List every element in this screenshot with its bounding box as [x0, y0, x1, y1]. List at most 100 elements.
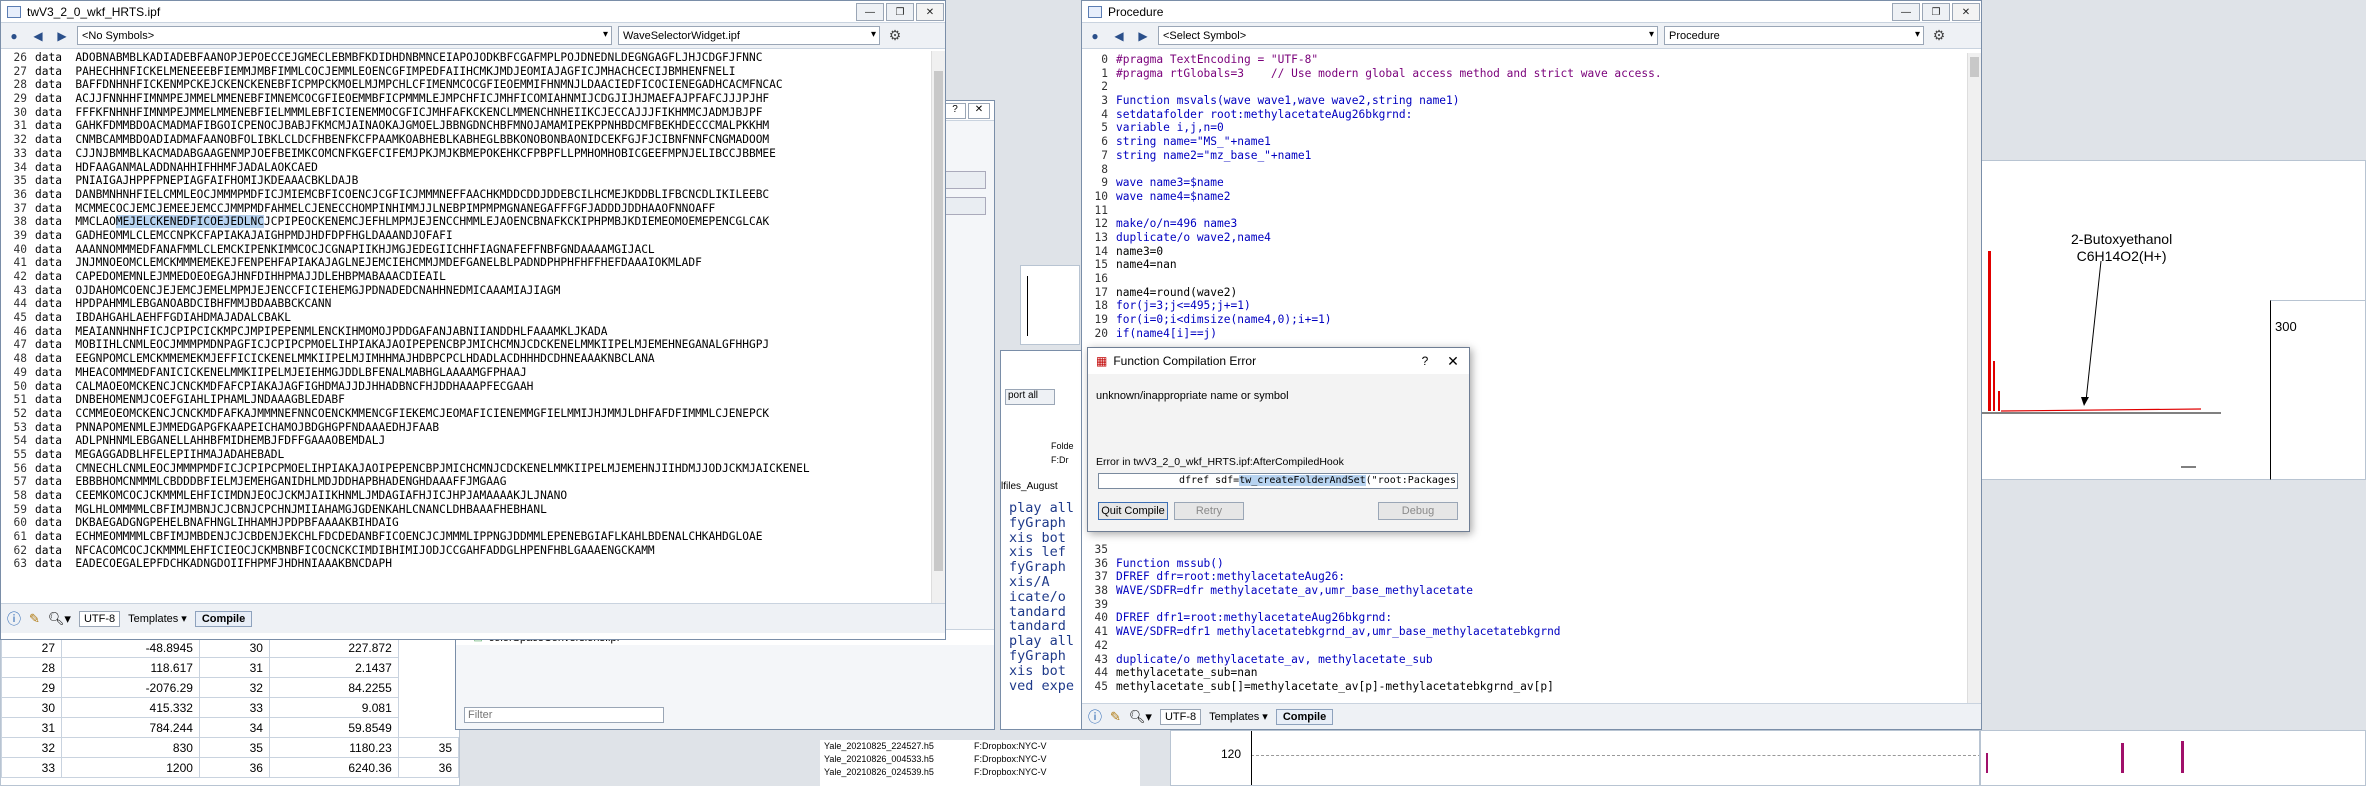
help-button[interactable]: ?: [944, 103, 966, 119]
report-all-button[interactable]: port all: [1005, 389, 1055, 405]
procedure-code-top[interactable]: 0 #pragma TextEncoding = "UTF-8" 1 #pragma …: [1082, 53, 1967, 353]
pencil-icon[interactable]: ✎: [1110, 709, 1121, 725]
table-cell[interactable]: 59.8549: [268, 717, 399, 738]
code-line[interactable]: 52 data CCMMEOEOMCKENCJCNCKMDFAFKAJMMMNEF…: [1, 407, 931, 421]
table-cell[interactable]: 2.1437: [268, 657, 399, 678]
minimize-button[interactable]: —: [856, 3, 884, 21]
table-cell[interactable]: 33: [1, 757, 62, 778]
close-icon[interactable]: ✕: [1437, 353, 1469, 370]
code-line[interactable]: 0 #pragma TextEncoding = "UTF-8": [1082, 53, 1967, 67]
table-cell[interactable]: 31: [1, 717, 62, 738]
code-line[interactable]: 33 data CJJNJBMMBLKACMADABGAAGENMPJOEFBEI…: [1, 147, 931, 161]
retry-button[interactable]: Retry: [1174, 502, 1244, 520]
table-row[interactable]: 27 -48.8945 30 227.872: [1, 637, 459, 658]
table-cell[interactable]: 30: [1, 697, 62, 718]
restore-button[interactable]: ❐: [1922, 3, 1950, 21]
code-line[interactable]: 8: [1082, 163, 1967, 177]
info-icon[interactable]: ●: [1086, 27, 1104, 45]
templates-menu[interactable]: Templates ▾: [1209, 710, 1268, 723]
minimize-button[interactable]: —: [1892, 3, 1920, 21]
code-line[interactable]: 14 name3=0: [1082, 245, 1967, 259]
symbols-dropdown[interactable]: <No Symbols>: [77, 26, 612, 45]
code-line[interactable]: 51 data DNBEHOMENMJCOEFGIAHLIPHAMLJNDAAAG…: [1, 393, 931, 407]
back-arrow-icon[interactable]: ◀: [1110, 27, 1128, 45]
code-line[interactable]: 43 duplicate/o methylacetate_av, methylac…: [1082, 653, 1967, 667]
table-cell[interactable]: 28: [1, 657, 62, 678]
code-line[interactable]: 38 data MMCLAOMEJELCKENEDFICOEJEDLNCJCPIP…: [1, 215, 931, 229]
table-cell[interactable]: 118.617: [61, 657, 200, 678]
code-line[interactable]: 38 WAVE/SDFR=dfr methylacetate_av,umr_bas…: [1082, 584, 1967, 598]
close-button[interactable]: ✕: [1952, 3, 1980, 21]
code-line[interactable]: 28 data BAFFDNHNHFICKENMPCKEJCKENCKENEBFI…: [1, 78, 931, 92]
graph-window-small[interactable]: [1020, 265, 1080, 345]
restore-button[interactable]: ❐: [886, 3, 914, 21]
table-cell[interactable]: 6240.36: [268, 757, 399, 778]
gear-icon[interactable]: ⚙: [886, 27, 904, 45]
table-cell[interactable]: 9.081: [268, 697, 399, 718]
debug-button[interactable]: Debug: [1378, 502, 1458, 520]
procedure-scroll-thumb[interactable]: [1970, 57, 1979, 77]
code-line[interactable]: 41 WAVE/SDFR=dfr1 methylacetatebkgrnd_av,…: [1082, 625, 1967, 639]
compilation-error-dialog[interactable]: ▦ Function Compilation Error ? ✕ unknown…: [1087, 347, 1470, 532]
table-cell[interactable]: 29: [1, 677, 62, 698]
code-line[interactable]: 18 for(j=3;j<=495;j+=1): [1082, 299, 1967, 313]
code-line[interactable]: 42: [1082, 639, 1967, 653]
code-line[interactable]: 60 data DKBAEGADGNGPEHELBNAFHNGLIHHAMHJPD…: [1, 516, 931, 530]
code-line[interactable]: 4 setdatafolder root:methylacetateAug26bk…: [1082, 108, 1967, 122]
code-line[interactable]: 7 string name2="mz_base_"+name1: [1082, 149, 1967, 163]
code-line[interactable]: 26 data ADOBNABMBLKADIADEBFAANOPJEPOECCEJ…: [1, 51, 931, 65]
code-line[interactable]: 6 string name="MS_"+name1: [1082, 135, 1967, 149]
ipf-scroll-thumb[interactable]: [934, 71, 943, 571]
code-line[interactable]: 29 data ACJJFNNHHFIMNMPEJMMELMMENEBFIMNEM…: [1, 92, 931, 106]
code-line[interactable]: 53 data PNNAPOMENMLEJMMEDGAPGFKAAPEICHAMO…: [1, 421, 931, 435]
code-line[interactable]: 37 data MCMMECOCJEMCJEMEEJEMCCJMMPMDFAHME…: [1, 202, 931, 216]
table-row[interactable]: 28 118.617 31 2.1437: [1, 657, 459, 678]
table-cell[interactable]: 1180.23: [268, 737, 399, 758]
table-cell[interactable]: 33: [198, 697, 270, 718]
magnifier-icon[interactable]: 🔍︎▾: [48, 611, 71, 627]
table-cell[interactable]: 784.244: [61, 717, 200, 738]
code-line[interactable]: 3 Function msvals(wave wave1,wave wave2,s…: [1082, 94, 1967, 108]
ipf-code-area[interactable]: 26 data ADOBNABMBLKADIADEBFAANOPJEPOECCEJ…: [1, 51, 931, 603]
table-row[interactable]: 33 1200 36 6240.36 36: [1, 757, 460, 778]
code-line[interactable]: 12 make/o/n=496 name3: [1082, 217, 1967, 231]
code-line[interactable]: 46 data MEAIANNHNHFICJCPIPCICKMPCJMPIPEPE…: [1, 325, 931, 339]
error-code-field[interactable]: dfref sdf=tw_createFolderAndSet("root:Pa…: [1098, 473, 1458, 489]
table-cell[interactable]: 36: [397, 757, 460, 778]
encoding-menu[interactable]: UTF-8: [78, 610, 121, 627]
table-row[interactable]: 31 784.244 34 59.8549: [1, 717, 459, 738]
code-line[interactable]: 31 data GAHKFDMMBDOACMADMAFIBGOICPENOCJBA…: [1, 119, 931, 133]
code-line[interactable]: 1 #pragma rtGlobals=3 // Use modern globa…: [1082, 67, 1967, 81]
code-line[interactable]: 56 data CMNECHLCNMLEOCJMMMPMDFICJCPIPCPMO…: [1, 462, 931, 476]
code-line[interactable]: 17 name4=round(wave2): [1082, 286, 1967, 300]
ipf-scrollbar[interactable]: [931, 51, 945, 603]
code-line[interactable]: 2: [1082, 80, 1967, 94]
code-line[interactable]: 36 Function mssub(): [1082, 557, 1967, 571]
procedure-scrollbar[interactable]: [1967, 53, 1981, 703]
code-line[interactable]: 27 data PAHECHHNFICKELMENEEEBFIEMMJMBFIMM…: [1, 65, 931, 79]
code-line[interactable]: 49 data MHEACOMMMEDFANICICKENELMMKIIPELMJ…: [1, 366, 931, 380]
code-line[interactable]: 61 data ECHMEOMMMMLCBFIMJMBDENJCJCBDENJEK…: [1, 530, 931, 544]
compile-button[interactable]: Compile: [194, 610, 253, 627]
gear-icon[interactable]: ⚙: [1930, 27, 1948, 45]
table-cell[interactable]: 27: [1, 637, 62, 658]
code-line[interactable]: 44 methylacetate_sub=nan: [1082, 666, 1967, 680]
close-button[interactable]: ✕: [916, 3, 944, 21]
code-line[interactable]: 19 for(i=0;i<dimsize(name4,0);i+=1): [1082, 313, 1967, 327]
table-cell[interactable]: 30: [198, 637, 270, 658]
info-icon[interactable]: ⓘ: [7, 609, 21, 629]
code-line[interactable]: 44 data HPDPAHMMLEBGANOABDCIBHFMMJBDAABBC…: [1, 297, 931, 311]
code-line[interactable]: 15 name4=nan: [1082, 258, 1967, 272]
code-line[interactable]: 39 data GADHEOMMLCLEMCCNPKCFAPIAKAJAIGHPM…: [1, 229, 931, 243]
info-icon[interactable]: ●: [5, 27, 23, 45]
table-cell[interactable]: 84.2255: [268, 677, 399, 698]
code-line[interactable]: 9 wave name3=$name: [1082, 176, 1967, 190]
code-line[interactable]: 40 data AAANNOMMMEDFANAFMMLCLEMCKIPENKIMM…: [1, 243, 931, 257]
list-item[interactable]: Yale_20210825_224527.h5 F:Dropbox:NYC-V: [824, 740, 1140, 753]
table-cell[interactable]: -2076.29: [61, 677, 200, 698]
code-line[interactable]: 11: [1082, 204, 1967, 218]
code-line[interactable]: 58 data CEEMKOMCOCJCKMMMLEHFICIMDNJEOCJCK…: [1, 489, 931, 503]
code-line[interactable]: 40 DFREF dfr1=root:methylacetateAug26bkgr…: [1082, 611, 1967, 625]
code-line[interactable]: 10 wave name4=$name2: [1082, 190, 1967, 204]
code-line[interactable]: 5 variable i,j,n=0: [1082, 121, 1967, 135]
